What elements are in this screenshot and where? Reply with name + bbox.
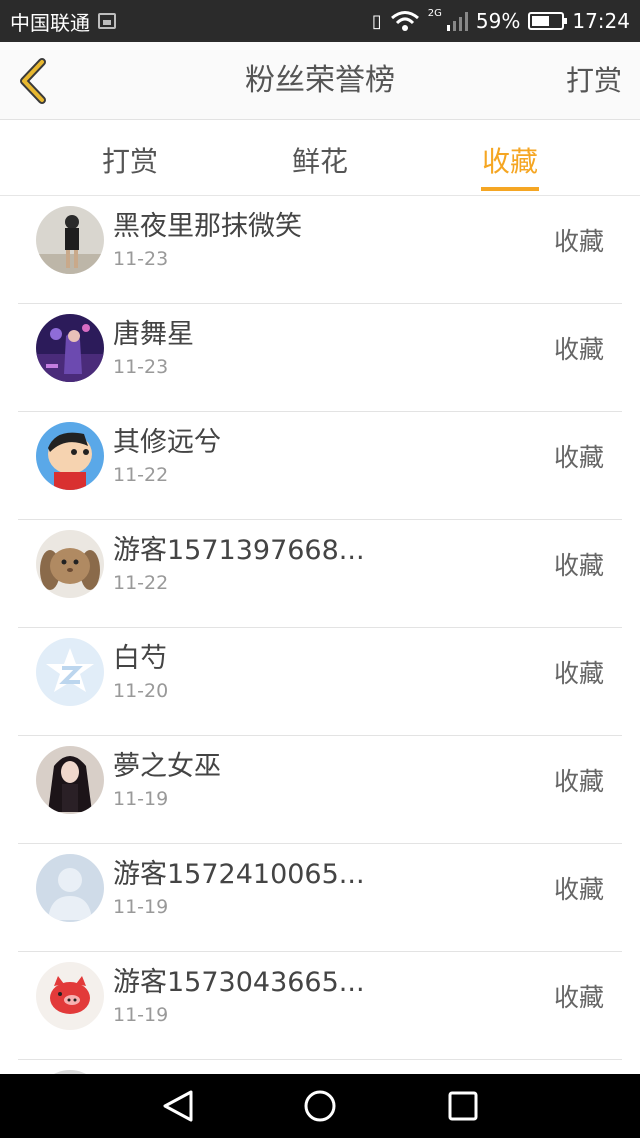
nav-recents-button[interactable]: [442, 1088, 482, 1124]
carrier-label: 中国联通: [10, 10, 90, 35]
fan-name: 白芍: [113, 643, 167, 674]
network-type-label: 2G: [427, 7, 442, 19]
fan-action-type: 收藏: [553, 767, 604, 796]
fan-date: 11-19: [113, 896, 169, 918]
default-person-avatar: [36, 854, 104, 922]
wifi-icon: [390, 11, 419, 31]
fan-name: 唐舞星: [113, 319, 194, 350]
fan-name: 游客1573043665...: [113, 967, 365, 998]
fan-action-type: 收藏: [553, 551, 604, 580]
fan-date: 11-23: [113, 248, 169, 270]
tab-flowers[interactable]: 鲜花: [250, 120, 390, 196]
tab-label: 打赏: [101, 145, 158, 178]
tab-label: 收藏: [481, 145, 538, 178]
fan-date: 11-19: [113, 1004, 169, 1026]
circle-home-icon: [304, 1090, 336, 1122]
anime-girl-avatar: [36, 746, 104, 814]
reward-button[interactable]: 打赏: [566, 42, 622, 120]
fan-date: 11-22: [113, 572, 169, 594]
tab-label: 鲜花: [291, 145, 348, 178]
list-item[interactable]: 游客1572410065... 11-19 收藏: [0, 844, 640, 952]
fan-date: 11-19: [113, 788, 169, 810]
list-item[interactable]: 夢之女巫 11-19 收藏: [0, 736, 640, 844]
triangle-back-icon: [163, 1090, 193, 1122]
battery-icon: [528, 12, 568, 30]
tab-favorites[interactable]: 收藏: [440, 120, 580, 196]
anime-avatar: [36, 314, 104, 382]
nav-home-button[interactable]: [300, 1088, 340, 1124]
list-item[interactable]: 黑夜里那抹微笑 11-23 收藏: [0, 196, 640, 304]
tab-bar: 打赏 鲜花 收藏: [0, 120, 640, 196]
cartoon-avatar: [36, 422, 104, 490]
status-bar: 中国联通 ▯ 2G 59% 17:24: [0, 0, 640, 42]
square-recents-icon: [448, 1091, 478, 1121]
fan-date: 11-23: [113, 356, 169, 378]
fan-action-type: 收藏: [553, 443, 604, 472]
photo-avatar: [36, 206, 104, 274]
fan-date: 11-20: [113, 680, 169, 702]
fan-name: 其修远兮: [113, 427, 221, 458]
fan-name: 黑夜里那抹微笑: [113, 211, 302, 242]
list-item[interactable]: 白芍 11-20 收藏: [0, 628, 640, 736]
fan-date: 11-22: [113, 464, 169, 486]
app-header: 粉丝荣誉榜 打赏: [0, 42, 640, 120]
fan-action-type: 收藏: [553, 659, 604, 688]
fan-action-type: 收藏: [553, 335, 604, 364]
rabbit-avatar: [36, 530, 104, 598]
page-title: 粉丝荣誉榜: [245, 63, 395, 98]
tab-indicator: [481, 187, 539, 191]
list-item[interactable]: 唐舞星 11-23 收藏: [0, 304, 640, 412]
list-item[interactable]: 游客1571397668... 11-22 收藏: [0, 520, 640, 628]
list-item[interactable]: 其修远兮 11-22 收藏: [0, 412, 640, 520]
vibrate-icon: ▯: [371, 10, 382, 32]
fan-action-type: 收藏: [553, 983, 604, 1012]
signal-icon: [446, 12, 468, 31]
fan-list: 黑夜里那抹微笑 11-23 收藏 唐舞星 11-23 收藏 其修远兮 11-22…: [0, 196, 640, 1074]
system-nav-bar: [0, 1074, 640, 1138]
tab-reward[interactable]: 打赏: [60, 120, 200, 196]
fan-action-type: 收藏: [553, 875, 604, 904]
clock: 17:24: [572, 9, 630, 33]
image-notification-icon: [98, 13, 116, 29]
default-z-avatar: [36, 638, 104, 706]
fan-action-type: 收藏: [553, 227, 604, 256]
battery-percent: 59%: [475, 9, 521, 33]
pig-avatar: [36, 962, 104, 1030]
fan-name: 夢之女巫: [113, 751, 221, 782]
fan-name: 游客1571397668...: [113, 535, 365, 566]
list-item[interactable]: [0, 1060, 640, 1074]
list-item[interactable]: 游客1573043665... 11-19 收藏: [0, 952, 640, 1060]
nav-back-button[interactable]: [158, 1088, 198, 1124]
fan-name: 游客1572410065...: [113, 859, 365, 890]
